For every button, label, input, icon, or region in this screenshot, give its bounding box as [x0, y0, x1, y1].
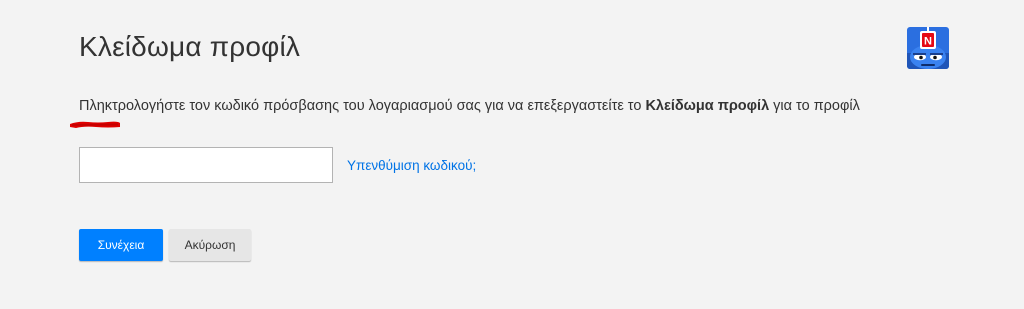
profile-lock-page: Κλείδωμα προφίλ N Πληκτρολογήστε τον κωδ… — [0, 0, 1024, 309]
instructions-suffix: για το προφίλ — [769, 98, 860, 114]
instructions-feature-name: Κλείδωμα προφίλ — [645, 98, 770, 114]
profile-avatar: N — [907, 27, 949, 69]
forgot-password-link[interactable]: Υπενθύμιση κωδικού; — [347, 158, 476, 173]
instructions-prefix: Πληκτρολογήστε τον κωδικό πρόσβασης του … — [79, 98, 646, 114]
password-input[interactable] — [79, 147, 333, 183]
profile-avatar-icon: N — [907, 27, 949, 69]
instructions-text: Πληκτρολογήστε τον κωδικό πρόσβασης του … — [79, 96, 959, 116]
avatar-badge-letter: N — [924, 36, 932, 48]
redacted-profile-name — [70, 121, 120, 128]
page-title: Κλείδωμα προφίλ — [79, 31, 301, 62]
continue-button[interactable]: Συνέχεια — [79, 229, 163, 261]
cancel-button[interactable]: Ακύρωση — [169, 229, 251, 261]
